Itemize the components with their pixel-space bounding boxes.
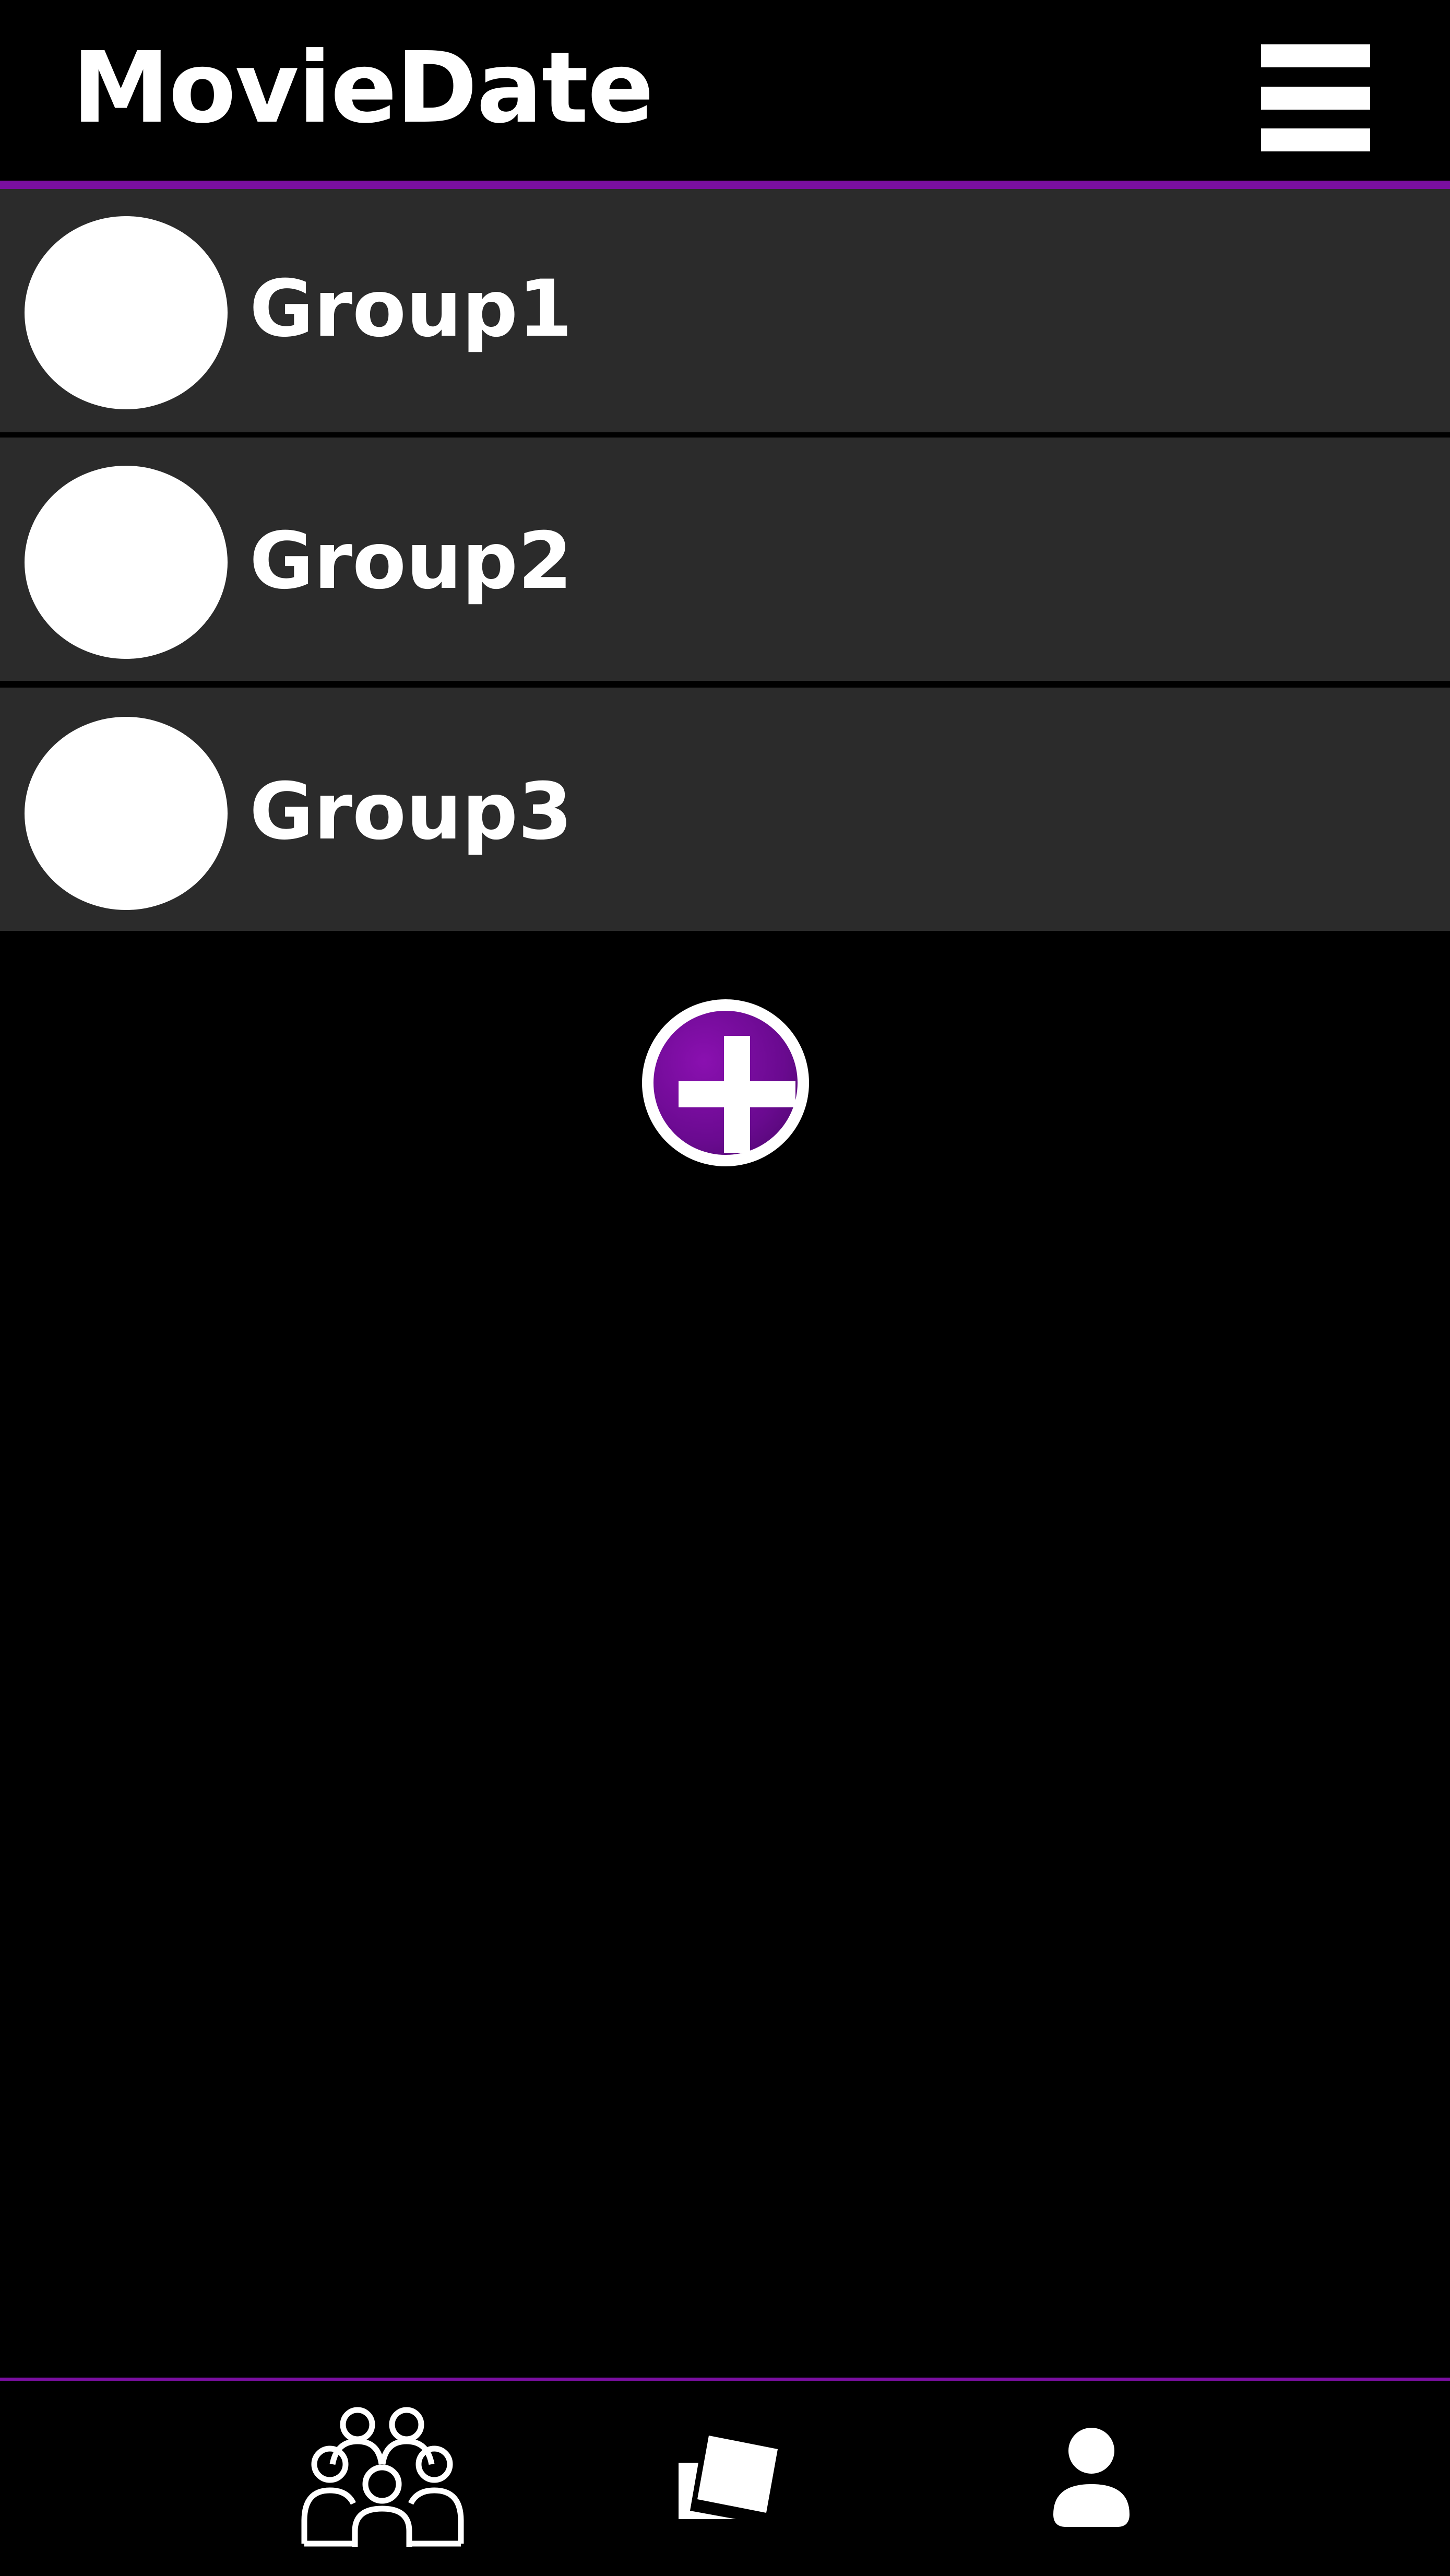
group-name: Group2 — [249, 516, 573, 607]
cards-icon[interactable] — [679, 2430, 778, 2524]
menu-bar — [1261, 44, 1370, 67]
group-avatar — [25, 466, 228, 659]
plus-vertical — [724, 1036, 750, 1153]
hamburger-menu-icon[interactable] — [1261, 44, 1370, 151]
group-row-2[interactable]: Group2 — [0, 438, 1450, 681]
menu-bar — [1261, 87, 1370, 110]
add-group-button[interactable] — [642, 999, 809, 1166]
group-name: Group3 — [249, 766, 573, 857]
groups-icon[interactable] — [300, 2407, 465, 2548]
group-name: Group1 — [249, 264, 573, 355]
plus-icon — [653, 1011, 798, 1155]
group-row-1[interactable]: Group1 — [0, 189, 1450, 432]
app-title: MovieDate — [72, 31, 654, 145]
header-divider — [0, 181, 1450, 189]
app-header: MovieDate — [0, 0, 1450, 181]
menu-bar — [1261, 128, 1370, 151]
bottom-nav — [0, 2381, 1450, 2576]
profile-icon[interactable] — [1053, 2428, 1130, 2527]
group-row-3[interactable]: Group3 — [0, 688, 1450, 931]
group-avatar — [25, 216, 228, 409]
group-avatar — [25, 717, 228, 910]
